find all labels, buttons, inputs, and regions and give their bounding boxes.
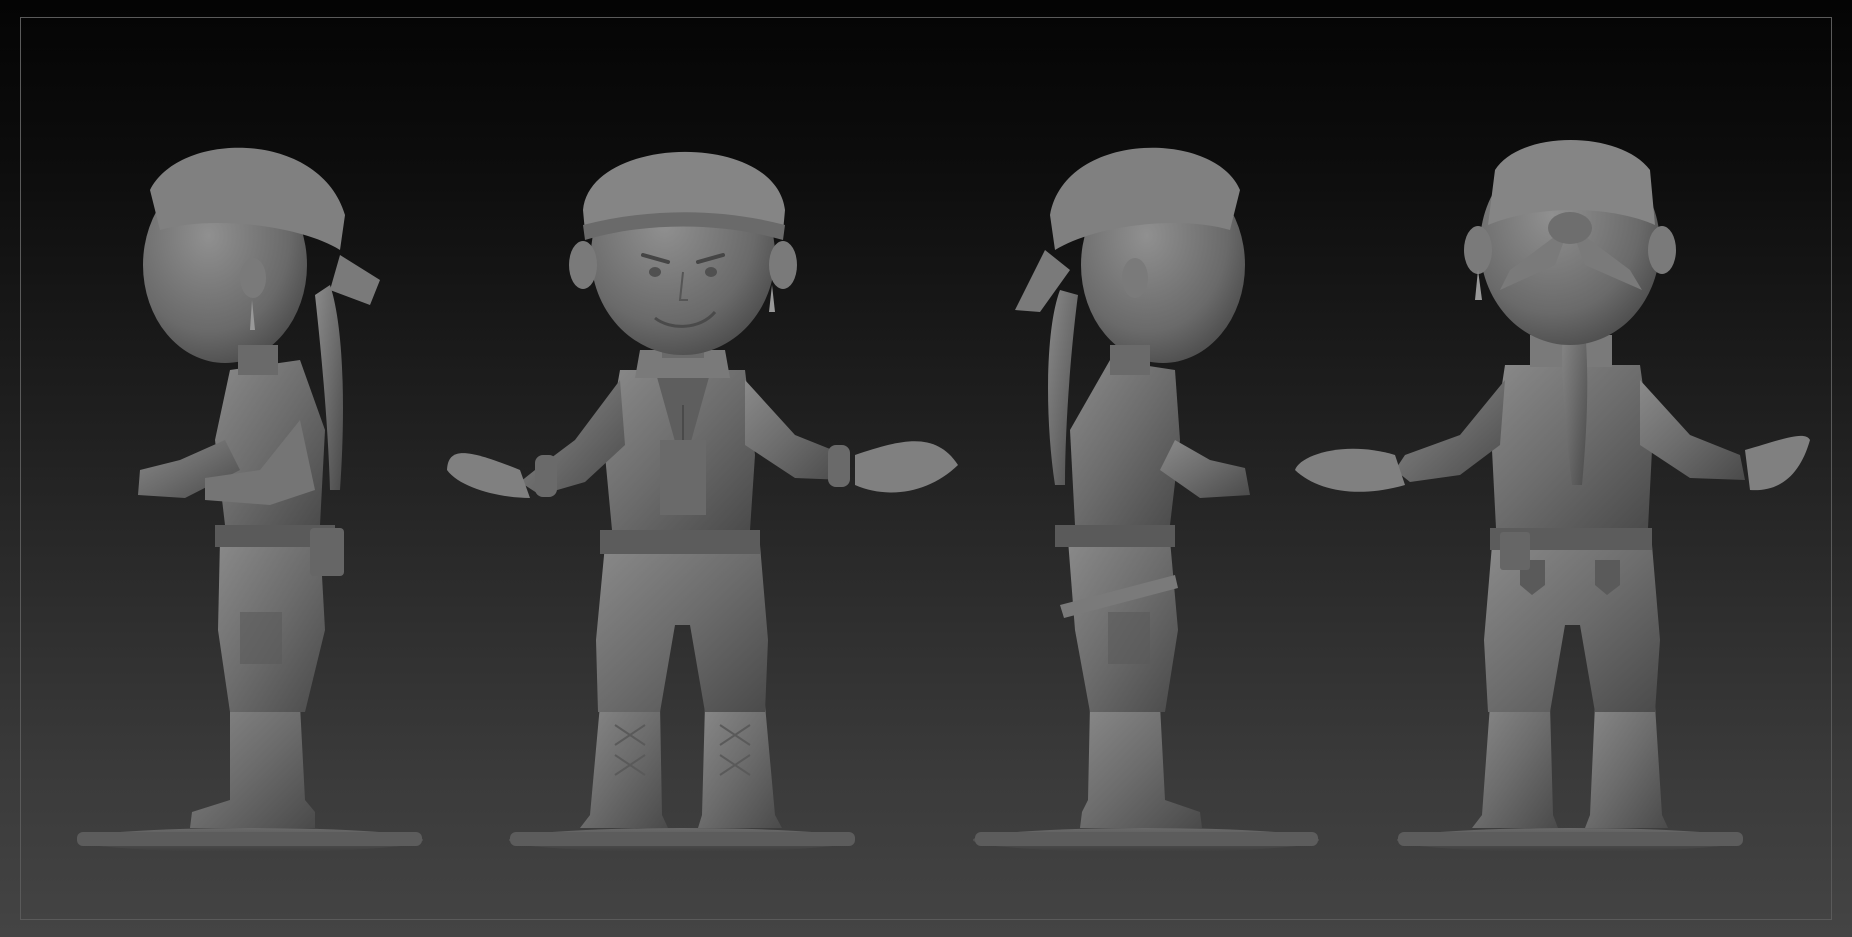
- figure-right-side-view: [973, 147, 1319, 852]
- figure-left-side-view: [77, 147, 423, 852]
- figure-back-view: [1295, 140, 1810, 852]
- figure-front-view: [447, 151, 958, 852]
- turnaround-canvas: [77, 140, 1810, 852]
- sculpt-viewport[interactable]: [0, 0, 1852, 937]
